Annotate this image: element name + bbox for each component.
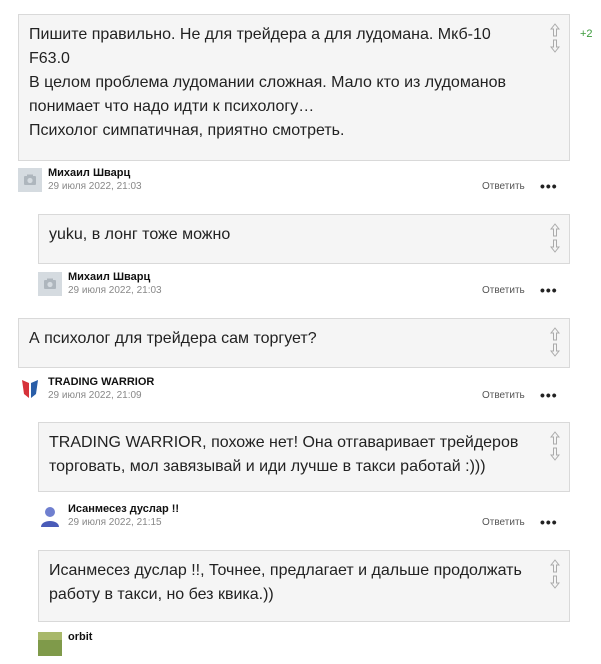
comment-meta: Михаил Шварц 29 июля 2022, 21:03 Ответит… — [38, 271, 566, 304]
comment-text: yuku, в лонг тоже можно — [49, 223, 533, 247]
downvote-icon[interactable] — [550, 447, 560, 461]
comment-line: F63.0 — [29, 50, 70, 67]
comment-line: В целом проблема лудомании сложная. Мало… — [29, 74, 506, 91]
comment-bubble: yuku, в лонг тоже можно — [38, 214, 570, 264]
vote-controls — [549, 431, 561, 461]
camera-placeholder-icon[interactable] — [18, 168, 42, 192]
upvote-icon[interactable] — [550, 23, 560, 37]
comment-bubble: А психолог для трейдера сам торгует? — [18, 318, 570, 368]
comment-line: торговать, мол завязывай и иди лучше в т… — [49, 458, 486, 475]
comment-meta: Михаил Шварц 29 июля 2022, 21:03 Ответит… — [18, 167, 566, 200]
comment-text: Пишите правильно. Не для трейдера а для … — [29, 23, 533, 143]
more-options-button[interactable]: ••• — [540, 514, 558, 530]
upvote-icon[interactable] — [550, 559, 560, 573]
comment-meta: TRADING WARRIOR 29 июля 2022, 21:09 Отве… — [18, 376, 566, 409]
shield-logo-icon[interactable] — [18, 377, 42, 401]
vote-controls — [549, 223, 561, 253]
comment-bubble: TRADING WARRIOR, похоже нет! Она отгавар… — [38, 422, 570, 492]
comment-meta: orbit — [38, 631, 566, 664]
comment-bubble: Исанмесез дуслар !!, Точнее, предлагает … — [38, 550, 570, 622]
comment-line: А психолог для трейдера сам торгует? — [29, 330, 317, 347]
comment-author[interactable]: Исанмесез дуслар !! — [68, 503, 179, 515]
more-options-button[interactable]: ••• — [540, 282, 558, 298]
comment-bubble: Пишите правильно. Не для трейдера а для … — [18, 14, 570, 161]
user-silhouette-icon[interactable] — [38, 504, 62, 528]
comment-line: Пишите правильно. Не для трейдера а для … — [29, 26, 491, 43]
photo-avatar-icon[interactable] — [38, 632, 62, 656]
comment-author[interactable]: TRADING WARRIOR — [48, 376, 154, 388]
comment-text: TRADING WARRIOR, похоже нет! Она отгавар… — [49, 431, 533, 479]
comment-author[interactable]: orbit — [68, 631, 92, 643]
comment-author[interactable]: Михаил Шварц — [48, 167, 130, 179]
comment-score: +2 — [580, 28, 593, 40]
comment-date[interactable]: 29 июля 2022, 21:03 — [48, 181, 142, 192]
comment-text: Исанмесез дуслар !!, Точнее, предлагает … — [49, 559, 533, 607]
reply-button[interactable]: Ответить — [482, 285, 525, 296]
comment-line: TRADING WARRIOR, похоже нет! Она отгавар… — [49, 434, 519, 451]
vote-controls — [549, 327, 561, 357]
comment-meta: Исанмесез дуслар !! 29 июля 2022, 21:15 … — [38, 503, 566, 536]
upvote-icon[interactable] — [550, 327, 560, 341]
downvote-icon[interactable] — [550, 39, 560, 53]
vote-controls — [549, 23, 561, 53]
downvote-icon[interactable] — [550, 575, 560, 589]
comment-line: Психолог симпатичная, приятно смотреть. — [29, 122, 345, 139]
vote-controls — [549, 559, 561, 589]
downvote-icon[interactable] — [550, 343, 560, 357]
camera-placeholder-icon[interactable] — [38, 272, 62, 296]
upvote-icon[interactable] — [550, 223, 560, 237]
more-options-button[interactable]: ••• — [540, 387, 558, 403]
comment-line: yuku, в лонг тоже можно — [49, 226, 231, 243]
comment-line: понимает что надо идти к психологу… — [29, 98, 315, 115]
comment-text: А психолог для трейдера сам торгует? — [29, 327, 533, 351]
comment-line: работу в такси, но без квика.)) — [49, 586, 274, 603]
upvote-icon[interactable] — [550, 431, 560, 445]
reply-button[interactable]: Ответить — [482, 181, 525, 192]
comment-date[interactable]: 29 июля 2022, 21:03 — [68, 285, 162, 296]
comment-date[interactable]: 29 июля 2022, 21:09 — [48, 390, 142, 401]
reply-button[interactable]: Ответить — [482, 517, 525, 528]
comment-author[interactable]: Михаил Шварц — [68, 271, 150, 283]
reply-button[interactable]: Ответить — [482, 390, 525, 401]
comment-date[interactable]: 29 июля 2022, 21:15 — [68, 517, 162, 528]
comment-line: Исанмесез дуслар !!, Точнее, предлагает … — [49, 562, 522, 579]
more-options-button[interactable]: ••• — [540, 178, 558, 194]
downvote-icon[interactable] — [550, 239, 560, 253]
